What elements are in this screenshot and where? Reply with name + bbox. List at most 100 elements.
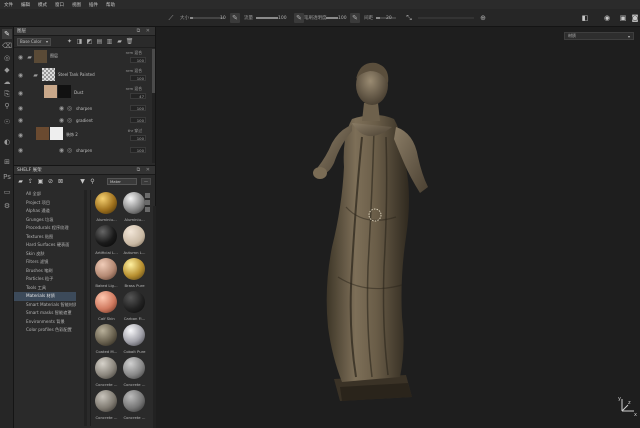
shelf-search-input[interactable]: Mater [107, 178, 137, 185]
shelf-category[interactable]: Tools 工具 [14, 284, 76, 293]
material-tile[interactable]: Calf Skin [93, 291, 119, 325]
add-paint-layer-icon[interactable]: ▤ [96, 38, 103, 45]
material-tile[interactable]: Brass Pure [121, 258, 147, 292]
add-folder-icon[interactable]: ▰ [116, 38, 123, 45]
layer-opacity[interactable]: 100 [130, 57, 146, 63]
screenshot-icon[interactable]: ◙ [630, 13, 640, 23]
size-slider[interactable] [190, 17, 224, 19]
effect-eye-icon[interactable]: ◉ [58, 105, 65, 112]
effect-opacity[interactable]: 100 [130, 117, 146, 123]
material-picker-icon[interactable]: ☉ [2, 117, 12, 127]
layer-opacity[interactable]: 100 [130, 135, 146, 141]
delete-icon[interactable]: ⊠ [57, 178, 64, 185]
shelf-category[interactable]: Particles 粒子 [14, 275, 76, 284]
render-icon[interactable]: ◧ [580, 13, 590, 23]
category-scrollbar[interactable] [84, 190, 87, 426]
shelf-category[interactable]: Smart Materials 智能材质 [14, 301, 76, 310]
layer-blend-mode[interactable]: nrm 混合 [118, 50, 142, 56]
pen-pressure-opacity-icon[interactable]: ✎ [350, 13, 360, 23]
menu-item[interactable]: 视图 [72, 2, 81, 8]
3d-viewport[interactable]: 材质 ▾ x y z [156, 27, 640, 428]
export-icon[interactable]: ▭ [2, 187, 12, 197]
material-tile[interactable]: Concrete ... [93, 390, 119, 424]
layer-row[interactable]: ◉ ▰ Steel Tank Painted nrm 混合 100 [14, 67, 152, 83]
menu-item[interactable]: 帮助 [106, 2, 115, 8]
effect-opacity[interactable]: 100 [130, 105, 146, 111]
shelf-category[interactable]: Environments 背景 [14, 318, 76, 327]
layer-blend-mode[interactable]: thr 穿过 [118, 128, 142, 134]
layer-blend-mode[interactable]: nrm 混合 [118, 86, 142, 92]
spacing-value[interactable]: 20 [386, 16, 392, 21]
menu-item[interactable]: 编辑 [21, 2, 30, 8]
add-filter-icon[interactable]: ◩ [86, 38, 93, 45]
layer-row[interactable]: ◉ ◉ ◎ sharpen 100 [14, 145, 152, 155]
flow-value[interactable]: 100 [278, 16, 287, 21]
delete-layer-icon[interactable]: 🗑 [126, 38, 134, 45]
visibility-eye-icon[interactable]: ◉ [17, 117, 24, 124]
shelf-category[interactable]: Hard Surfaces 硬表面 [14, 241, 76, 250]
menu-item[interactable]: 模式 [38, 2, 47, 8]
panel-window-controls-icon[interactable]: ⧉ ✕ [137, 28, 152, 34]
layer-row[interactable]: ◉ ◉ ◎ sharpen 100 [14, 103, 152, 113]
layer-row[interactable]: ◉ ▰ 图层 nrm 混合 100 [14, 49, 152, 65]
flow-slider[interactable] [256, 17, 278, 19]
menu-item[interactable]: 文件 [4, 2, 13, 8]
visibility-eye-icon[interactable]: ◉ [17, 147, 24, 154]
camera-settings-icon[interactable]: ⊕ [478, 13, 488, 23]
text-tool-icon[interactable]: ⊞ [2, 157, 12, 167]
channel-select[interactable]: Base Color ▾ [17, 37, 51, 46]
opacity-slider[interactable] [326, 17, 338, 19]
size-value[interactable]: 10 [220, 16, 226, 21]
effect-eye-icon[interactable]: ◉ [58, 117, 65, 124]
clear-search-icon[interactable]: — [141, 178, 151, 185]
smudge-icon[interactable]: ☁ [2, 77, 12, 87]
pen-pressure-flow-icon[interactable]: ✎ [294, 13, 304, 23]
visibility-eye-icon[interactable]: ◉ [17, 105, 24, 112]
shelf-category[interactable]: Procedurals 程序纹理 [14, 224, 76, 233]
import-icon[interactable]: ⇪ [27, 178, 34, 185]
settings-icon[interactable]: ⚙ [2, 201, 12, 211]
bake-icon[interactable]: ◐ [2, 137, 12, 147]
shelf-category[interactable]: Alphas 通道 [14, 207, 76, 216]
layer-blend-mode[interactable]: nrm 混合 [118, 68, 142, 74]
projection-icon[interactable]: ◎ [2, 53, 12, 63]
layers-scrollbar[interactable] [152, 49, 155, 163]
statue-model[interactable] [156, 27, 640, 428]
folder-icon[interactable]: ▰ [17, 178, 24, 185]
shelf-category[interactable]: Grunges 垃圾 [14, 216, 76, 225]
polygon-fill-icon[interactable]: ◆ [2, 65, 12, 75]
eraser-icon[interactable]: ⌫ [2, 41, 12, 51]
shelf-category[interactable]: All 全部 [14, 190, 76, 199]
paint-brush-icon[interactable]: ✎ [2, 29, 12, 39]
effect-opacity[interactable]: 100 [130, 147, 146, 153]
material-tile[interactable]: Autumn L... [121, 225, 147, 259]
clone-icon[interactable]: ⎘ [2, 89, 12, 99]
add-mask-icon[interactable]: ◨ [76, 38, 83, 45]
shelf-category[interactable]: Color profiles 色彩配置 [14, 326, 76, 335]
pen-pressure-size-icon[interactable]: ✎ [230, 13, 240, 23]
plugin-icon[interactable]: Ps [2, 172, 12, 182]
opacity-value[interactable]: 100 [338, 16, 347, 21]
material-tile[interactable]: Cobalt Pure [121, 324, 147, 358]
search-icon[interactable]: ⚲ [89, 178, 96, 185]
shelf-category[interactable]: Skin 皮肤 [14, 250, 76, 259]
add-fill-layer-icon[interactable]: ▥ [106, 38, 113, 45]
add-effect-icon[interactable]: ✦ [66, 38, 73, 45]
shelf-category[interactable]: Textures 贴图 [14, 233, 76, 242]
shelf-category[interactable]: Filters 滤镜 [14, 258, 76, 267]
layer-opacity[interactable]: 47 [130, 93, 146, 99]
material-tile[interactable]: Concrete ... [121, 390, 147, 424]
layers-scrollbar-thumb[interactable] [152, 49, 155, 93]
visibility-eye-icon[interactable]: ◉ [17, 90, 24, 97]
layer-row[interactable]: ◉ ◉ ◎ gradient 100 [14, 115, 152, 125]
material-tile[interactable]: Artificial L... [93, 225, 119, 259]
material-tile[interactable]: Concrete ... [93, 357, 119, 391]
material-tile[interactable]: Carbon Fi... [121, 291, 147, 325]
symmetry-icon[interactable]: ⤡ [404, 13, 414, 23]
shelf-view-toggle[interactable] [145, 193, 151, 214]
layer-opacity[interactable]: 100 [130, 75, 146, 81]
brush-shape-icon[interactable]: ⟋ [166, 13, 176, 23]
filter-icon[interactable]: ▼ [79, 178, 86, 185]
shelf-category[interactable]: Smart masks 智能遮罩 [14, 309, 76, 318]
viewport-mode-icon[interactable]: ◉ [602, 13, 612, 23]
